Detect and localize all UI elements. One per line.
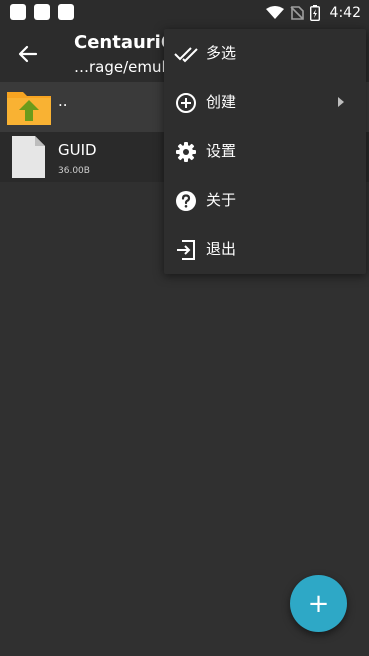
battery-charging-icon [309,5,320,21]
help-icon [176,191,196,211]
add-fab-button[interactable]: + [290,575,347,632]
menu-item-label: 退出 [206,240,237,258]
menu-item-create[interactable]: 创建 [164,78,366,127]
menu-item-label: 设置 [206,142,237,160]
exit-icon [177,240,195,260]
status-time: 4:42 [329,5,361,21]
menu-item-exit[interactable]: 退出 [164,225,366,274]
submenu-arrow-icon [338,97,344,107]
notification-icon [10,4,26,20]
notification-icon [34,4,50,20]
menu-item-settings[interactable]: 设置 [164,127,366,176]
folder-up-icon [7,92,51,125]
no-sim-icon [289,6,304,20]
menu-item-label: 创建 [206,93,237,111]
add-circle-icon [176,93,196,113]
menu-item-label: 多选 [206,44,237,62]
file-icon [12,136,45,178]
back-arrow-icon[interactable] [14,40,42,68]
menu-item-multiselect[interactable]: 多选 [164,29,366,78]
status-bar: 4:42 [0,0,369,26]
double-check-icon [174,47,198,63]
gear-icon [176,142,196,162]
overflow-menu: 多选 创建 设置 关于 退出 [164,29,366,274]
file-name: .. [58,92,68,110]
file-name: GUID [58,141,97,159]
menu-item-about[interactable]: 关于 [164,176,366,225]
menu-item-label: 关于 [206,191,237,209]
plus-icon: + [307,588,330,619]
wifi-icon [265,6,284,19]
app-title: CentauriO [74,32,177,53]
path-subtitle: …rage/emula [74,58,175,76]
file-size: 36.00B [58,166,90,176]
notification-icon [58,4,74,20]
